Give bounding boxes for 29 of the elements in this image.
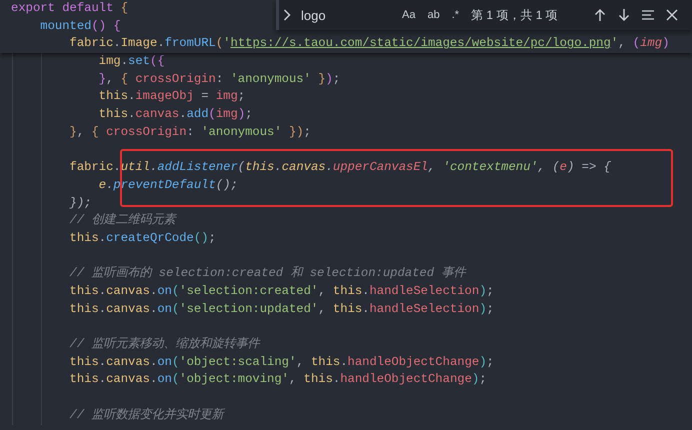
code-line: this.createQrCode(); bbox=[68, 230, 216, 247]
arrow-down-icon bbox=[617, 8, 631, 22]
code-line: this.canvas.on('selection:updated', this.handleSelection); bbox=[68, 300, 494, 318]
code-line: // 创建二维码元素 bbox=[68, 212, 176, 230]
lines-icon bbox=[641, 8, 655, 22]
code-line: // 监听数据变化并实时更新 bbox=[68, 406, 224, 424]
code-line: img.set({ bbox=[98, 53, 165, 70]
code-line: }, { crossOrigin: 'anonymous' }); bbox=[98, 70, 340, 88]
arrow-up-icon bbox=[593, 8, 607, 22]
code-line: // 监听画布的 selection:created 和 selection:updated 事件 bbox=[68, 265, 466, 282]
code-line: export default { bbox=[11, 0, 128, 17]
code-line: }, { crossOrigin: 'anonymous' }); bbox=[68, 124, 311, 141]
code-line: this.canvas.add(img); bbox=[98, 106, 252, 124]
search-option-toggle[interactable]: .* bbox=[448, 6, 464, 24]
code-line: this.canvas.on('selection:created', this.handleSelection); bbox=[68, 283, 494, 300]
close-icon bbox=[665, 8, 679, 22]
code-line: this.canvas.on('object:scaling', this.handleObjectChange); bbox=[68, 354, 494, 371]
code-line: fabric.Image.fromURL('https://s.taou.com/static/images/website/pc/logo.png', (img) bbox=[68, 35, 670, 52]
chevron-right-icon bbox=[283, 9, 291, 21]
search-option-toggle[interactable]: Aa bbox=[398, 6, 420, 24]
find-input[interactable]: logo bbox=[299, 4, 394, 26]
code-line: this.canvas.on('object:moving', this.handleObjectChange); bbox=[68, 371, 487, 388]
search-option-toggle[interactable]: ab bbox=[423, 6, 444, 24]
code-line: mounted() { bbox=[39, 18, 121, 35]
code-line: this.imageObj = img; bbox=[98, 88, 246, 106]
code-line: }); bbox=[68, 194, 92, 212]
code-line: fabric.util.addListener(this.canvas.upperCanvasEl, 'contextmenu', (e) => { bbox=[68, 159, 611, 176]
match-count: 第 1 项，共 1 项 bbox=[471, 7, 558, 24]
code-line: // 监听元素移动、缩放和旋转事件 bbox=[68, 336, 260, 354]
